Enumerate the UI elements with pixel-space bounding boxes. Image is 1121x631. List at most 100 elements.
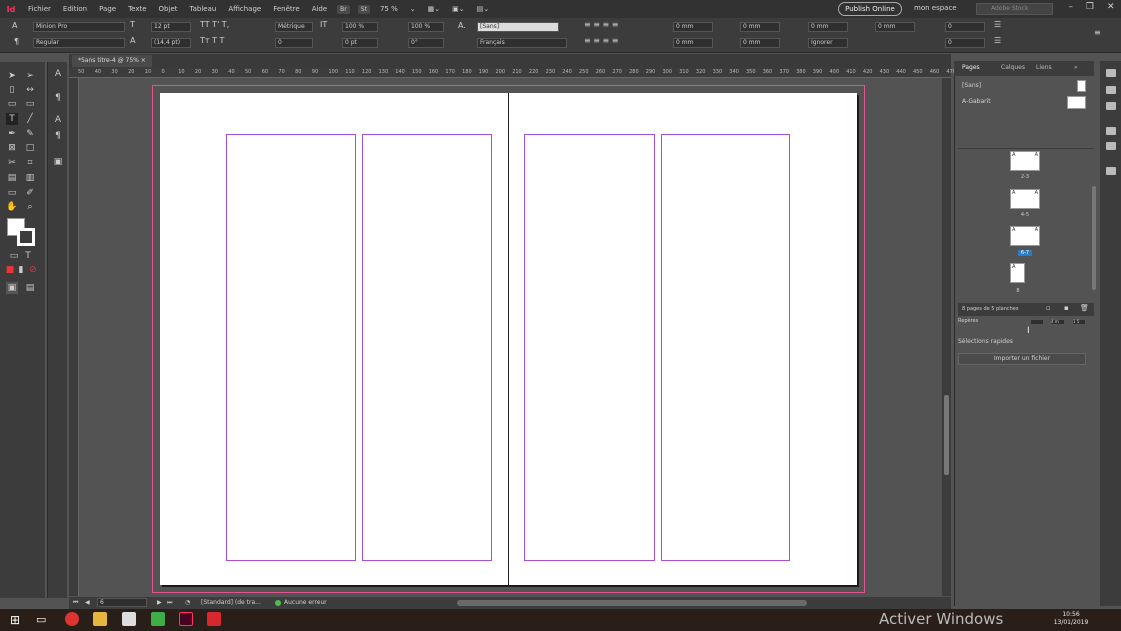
menu-tableau[interactable]: Tableau: [190, 5, 217, 13]
line-tool-icon[interactable]: ╱: [24, 113, 36, 125]
skew-field[interactable]: 0°: [408, 38, 444, 48]
type-tool-icon[interactable]: T: [6, 113, 18, 125]
task-view-icon[interactable]: ▭: [36, 613, 46, 626]
pencil-tool-icon[interactable]: ✎: [24, 128, 36, 140]
links-dock-icon[interactable]: [1106, 102, 1116, 110]
windows-start-icon[interactable]: ⊞: [10, 613, 20, 627]
apply-none-icon[interactable]: ⊘: [27, 264, 39, 276]
last-page-icon[interactable]: ⏭: [167, 597, 172, 609]
align-left-icon[interactable]: ≡ ≡ ≡ ≡: [584, 20, 618, 29]
gap-tool-icon[interactable]: ↔: [24, 84, 36, 96]
document-tab[interactable]: *Sans titre-4 @ 75% ×: [72, 55, 152, 67]
menu-objet[interactable]: Objet: [159, 5, 178, 13]
delete-page-icon[interactable]: 🗑: [1080, 304, 1089, 312]
right-indent-field[interactable]: 0 mm: [740, 22, 780, 32]
space-before-field[interactable]: 0 mm: [808, 22, 848, 32]
formatting-container-icon[interactable]: ▭: [8, 250, 20, 262]
vertical-scrollbar[interactable]: [942, 78, 951, 596]
drop-cap-chars-field[interactable]: 0: [945, 38, 985, 48]
baseline-shift-field[interactable]: 0 pt: [342, 38, 378, 48]
vertical-scale-field[interactable]: 100 %: [342, 22, 378, 32]
paragraph-mode-icon[interactable]: ¶: [14, 37, 19, 46]
font-style-field[interactable]: Regular: [33, 38, 125, 48]
normal-view-icon[interactable]: ▣: [6, 282, 18, 294]
tab-liens[interactable]: Liens: [1036, 64, 1052, 71]
language-field[interactable]: Français: [477, 38, 567, 48]
pages-dock-icon[interactable]: [1106, 69, 1116, 77]
direct-selection-tool-icon[interactable]: ➢: [24, 70, 36, 82]
panel-scroll-thumb[interactable]: [1092, 186, 1096, 290]
character-style-field[interactable]: [Sans]: [477, 22, 559, 32]
master-a-thumb[interactable]: [1067, 96, 1086, 109]
last-line-indent-field[interactable]: 0 mm: [740, 38, 780, 48]
glyphs-panel-icon[interactable]: A: [52, 114, 64, 126]
menu-affichage[interactable]: Affichage: [228, 5, 261, 13]
horizontal-ruler[interactable]: 50 40 30 20 10 0 10 20 30 40 50 60 70 80 90 100 110 120 13…: [69, 68, 956, 78]
system-clock[interactable]: 10:56 13/01/2019: [1052, 611, 1090, 627]
screen-mode-icon[interactable]: ▣⌄: [452, 5, 464, 13]
master-none[interactable]: [Sans]: [962, 82, 981, 89]
numbering-icon[interactable]: ☰: [994, 36, 1001, 45]
rectangle-tool-icon[interactable]: □: [24, 142, 36, 154]
new-page-icon[interactable]: ▪: [1064, 304, 1069, 312]
left-indent-field[interactable]: 0 mm: [673, 22, 713, 32]
vertical-ruler[interactable]: [69, 78, 79, 596]
edit-page-size-icon[interactable]: ▫: [1046, 304, 1051, 312]
kerning-field[interactable]: Métrique: [275, 22, 313, 32]
hand-tool-icon[interactable]: ✋: [6, 201, 18, 213]
preview-mode-icon[interactable]: ▤: [24, 282, 36, 294]
stroke-dock-icon[interactable]: [1106, 127, 1116, 135]
bridge-button[interactable]: Br: [337, 4, 350, 14]
close-tab-icon[interactable]: ×: [141, 57, 146, 64]
tab-calques[interactable]: Calques: [1001, 64, 1025, 71]
layers-dock-icon[interactable]: [1106, 86, 1116, 94]
apply-gradient-icon[interactable]: ▮: [15, 264, 27, 276]
horizontal-scroll-thumb[interactable]: [457, 600, 807, 606]
page-tool-icon[interactable]: ▯: [6, 84, 18, 96]
text-wrap-icon[interactable]: ▣: [52, 156, 64, 168]
adobe-stock-search-input[interactable]: Adobe Stock: [976, 3, 1053, 15]
gradient-swatch-tool-icon[interactable]: ▤: [6, 172, 18, 184]
menu-edition[interactable]: Edition: [63, 5, 87, 13]
content-placer-icon[interactable]: ▭: [24, 98, 36, 110]
spread-thumb[interactable]: A: [1010, 263, 1025, 283]
space-after-field[interactable]: 0 mm: [875, 22, 915, 32]
free-transform-tool-icon[interactable]: ⌗: [24, 157, 36, 169]
character-mode-icon[interactable]: A: [12, 21, 17, 30]
stroke-swatch[interactable]: [17, 228, 35, 246]
publish-online-button[interactable]: Publish Online: [838, 2, 902, 16]
master-none-thumb[interactable]: [1077, 80, 1086, 92]
next-page-icon[interactable]: ▶: [157, 597, 162, 609]
tracking-field[interactable]: 0: [275, 38, 313, 48]
stock-button[interactable]: St: [357, 4, 370, 14]
mail-icon[interactable]: [122, 612, 136, 626]
tab-pages[interactable]: Pages: [962, 64, 980, 71]
chrome-icon[interactable]: [65, 612, 79, 626]
workspace-switcher[interactable]: mon espace: [914, 4, 957, 12]
menu-fichier[interactable]: Fichier: [28, 5, 51, 13]
menu-aide[interactable]: Aide: [312, 5, 327, 13]
vertical-scroll-thumb[interactable]: [944, 395, 949, 475]
bullets-icon[interactable]: ☰: [994, 20, 1001, 29]
import-file-button[interactable]: Importer un fichier: [958, 353, 1086, 365]
drop-cap-lines-field[interactable]: 0: [945, 22, 985, 32]
all-caps-icon[interactable]: TT T' T,: [200, 20, 229, 29]
arrange-documents-icon[interactable]: ▤⌄: [477, 5, 489, 13]
menu-fenetre[interactable]: Fenêtre: [273, 5, 299, 13]
open-page-icon[interactable]: ◔: [185, 597, 190, 609]
restore-icon[interactable]: ❐: [1086, 2, 1094, 12]
close-icon[interactable]: ✕: [1107, 2, 1115, 12]
indesign-taskbar-icon[interactable]: [179, 612, 193, 626]
horizontal-scale-field[interactable]: 100 %: [408, 22, 444, 32]
content-collector-icon[interactable]: ▭: [6, 98, 18, 110]
paragraph-panel-icon[interactable]: ¶: [52, 92, 64, 104]
preflight-errors[interactable]: Aucune erreur: [284, 597, 327, 609]
menu-texte[interactable]: Texte: [128, 5, 146, 13]
paragraph-styles-icon[interactable]: ¶: [52, 130, 64, 142]
pieces-field[interactable]: [1030, 319, 1044, 325]
file-explorer-icon[interactable]: [93, 612, 107, 626]
note-tool-icon[interactable]: ▭: [6, 187, 18, 199]
eyedropper-tool-icon[interactable]: ✐: [24, 187, 36, 199]
zoom-level[interactable]: 75 %: [380, 5, 398, 13]
preflight-profile[interactable]: [Standard] (de tra...: [201, 597, 261, 609]
